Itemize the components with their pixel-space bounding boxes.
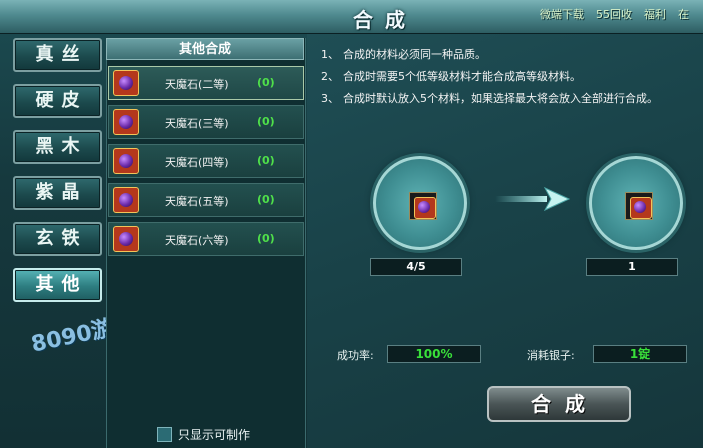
item-count: (0) [257,154,275,167]
title-bar: 合成 微端下载 55回收 福利 在 [0,0,703,34]
purple-gem-icon [113,109,139,135]
item-name: 天魔石(五等) [165,195,229,208]
cost-value: 1锭 [593,345,687,363]
link-recycle[interactable]: 55回收 [596,6,632,22]
combine-button[interactable]: 合成 [487,386,631,422]
rule-1: 1、 合成的材料必须同一种品质。 [321,46,486,62]
filter-craftable-checkbox[interactable] [157,427,172,442]
topbar-links: 微端下载 55回收 福利 在 [540,6,689,22]
link-extra[interactable]: 在 [678,6,689,22]
rule-2: 2、 合成时需要5个低等级材料才能合成高等级材料。 [321,68,581,84]
filter-craftable-label: 只显示可制作 [178,428,251,442]
cost-label: 消耗银子: [527,349,575,362]
purple-gem-icon [409,192,437,220]
rule-text: 合成时默认放入5个材料，如果选择最大将会放入全部进行合成。 [343,92,658,105]
item-count: (0) [257,115,275,128]
list-item[interactable]: 天魔石(六等) (0) [108,222,304,256]
success-rate-value: 100% [387,345,481,363]
list-item[interactable]: 天魔石(四等) (0) [108,144,304,178]
purple-gem-icon [625,192,653,220]
output-result-slot[interactable] [589,156,683,250]
output-count: 1 [586,258,678,276]
tab-other[interactable]: 其他 [13,268,102,302]
item-name: 天魔石(三等) [165,117,229,130]
rule-text: 合成时需要5个低等级材料才能合成高等级材料。 [343,70,581,83]
item-name: 天魔石(二等) [165,78,229,91]
tab-black-wood[interactable]: 黑木 [13,130,102,164]
link-welfare[interactable]: 福利 [644,6,666,22]
item-count: (0) [257,232,275,245]
tab-amethyst[interactable]: 紫晶 [13,176,102,210]
window-title: 合成 [353,8,417,32]
item-name: 天魔石(六等) [165,234,229,247]
input-count: 4/5 [370,258,462,276]
recipe-list-header: 其他合成 [106,38,304,60]
list-item[interactable]: 天魔石(二等) (0) [108,66,304,100]
purple-gem-icon [113,148,139,174]
filter-craftable-row[interactable]: 只显示可制作 [157,426,250,443]
item-count: (0) [257,76,275,89]
synthesis-window: 合成 微端下载 55回收 福利 在 真丝 硬皮 黑木 紫晶 玄铁 其他 8090… [0,0,703,448]
item-name: 天魔石(四等) [165,156,229,169]
list-item[interactable]: 天魔石(五等) (0) [108,183,304,217]
tab-black-iron[interactable]: 玄铁 [13,222,102,256]
arrow-right-icon [495,186,571,212]
rule-text: 合成的材料必须同一种品质。 [343,48,486,61]
rule-number: 1、 [321,48,339,61]
tab-hard-leather[interactable]: 硬皮 [13,84,102,118]
rule-number: 3、 [321,92,339,105]
success-rate-label: 成功率: [337,349,374,362]
purple-gem-icon [113,226,139,252]
input-material-slot[interactable] [373,156,467,250]
list-item[interactable]: 天魔石(三等) (0) [108,105,304,139]
synthesis-panel: 1、 合成的材料必须同一种品质。 2、 合成时需要5个低等级材料才能合成高等级材料。… [307,34,703,448]
purple-gem-icon [113,70,139,96]
purple-gem-icon [113,187,139,213]
link-client-download[interactable]: 微端下载 [540,6,584,22]
rule-number: 2、 [321,70,339,83]
item-count: (0) [257,193,275,206]
rule-3: 3、 合成时默认放入5个材料，如果选择最大将会放入全部进行合成。 [321,90,658,106]
tab-silk[interactable]: 真丝 [13,38,102,72]
